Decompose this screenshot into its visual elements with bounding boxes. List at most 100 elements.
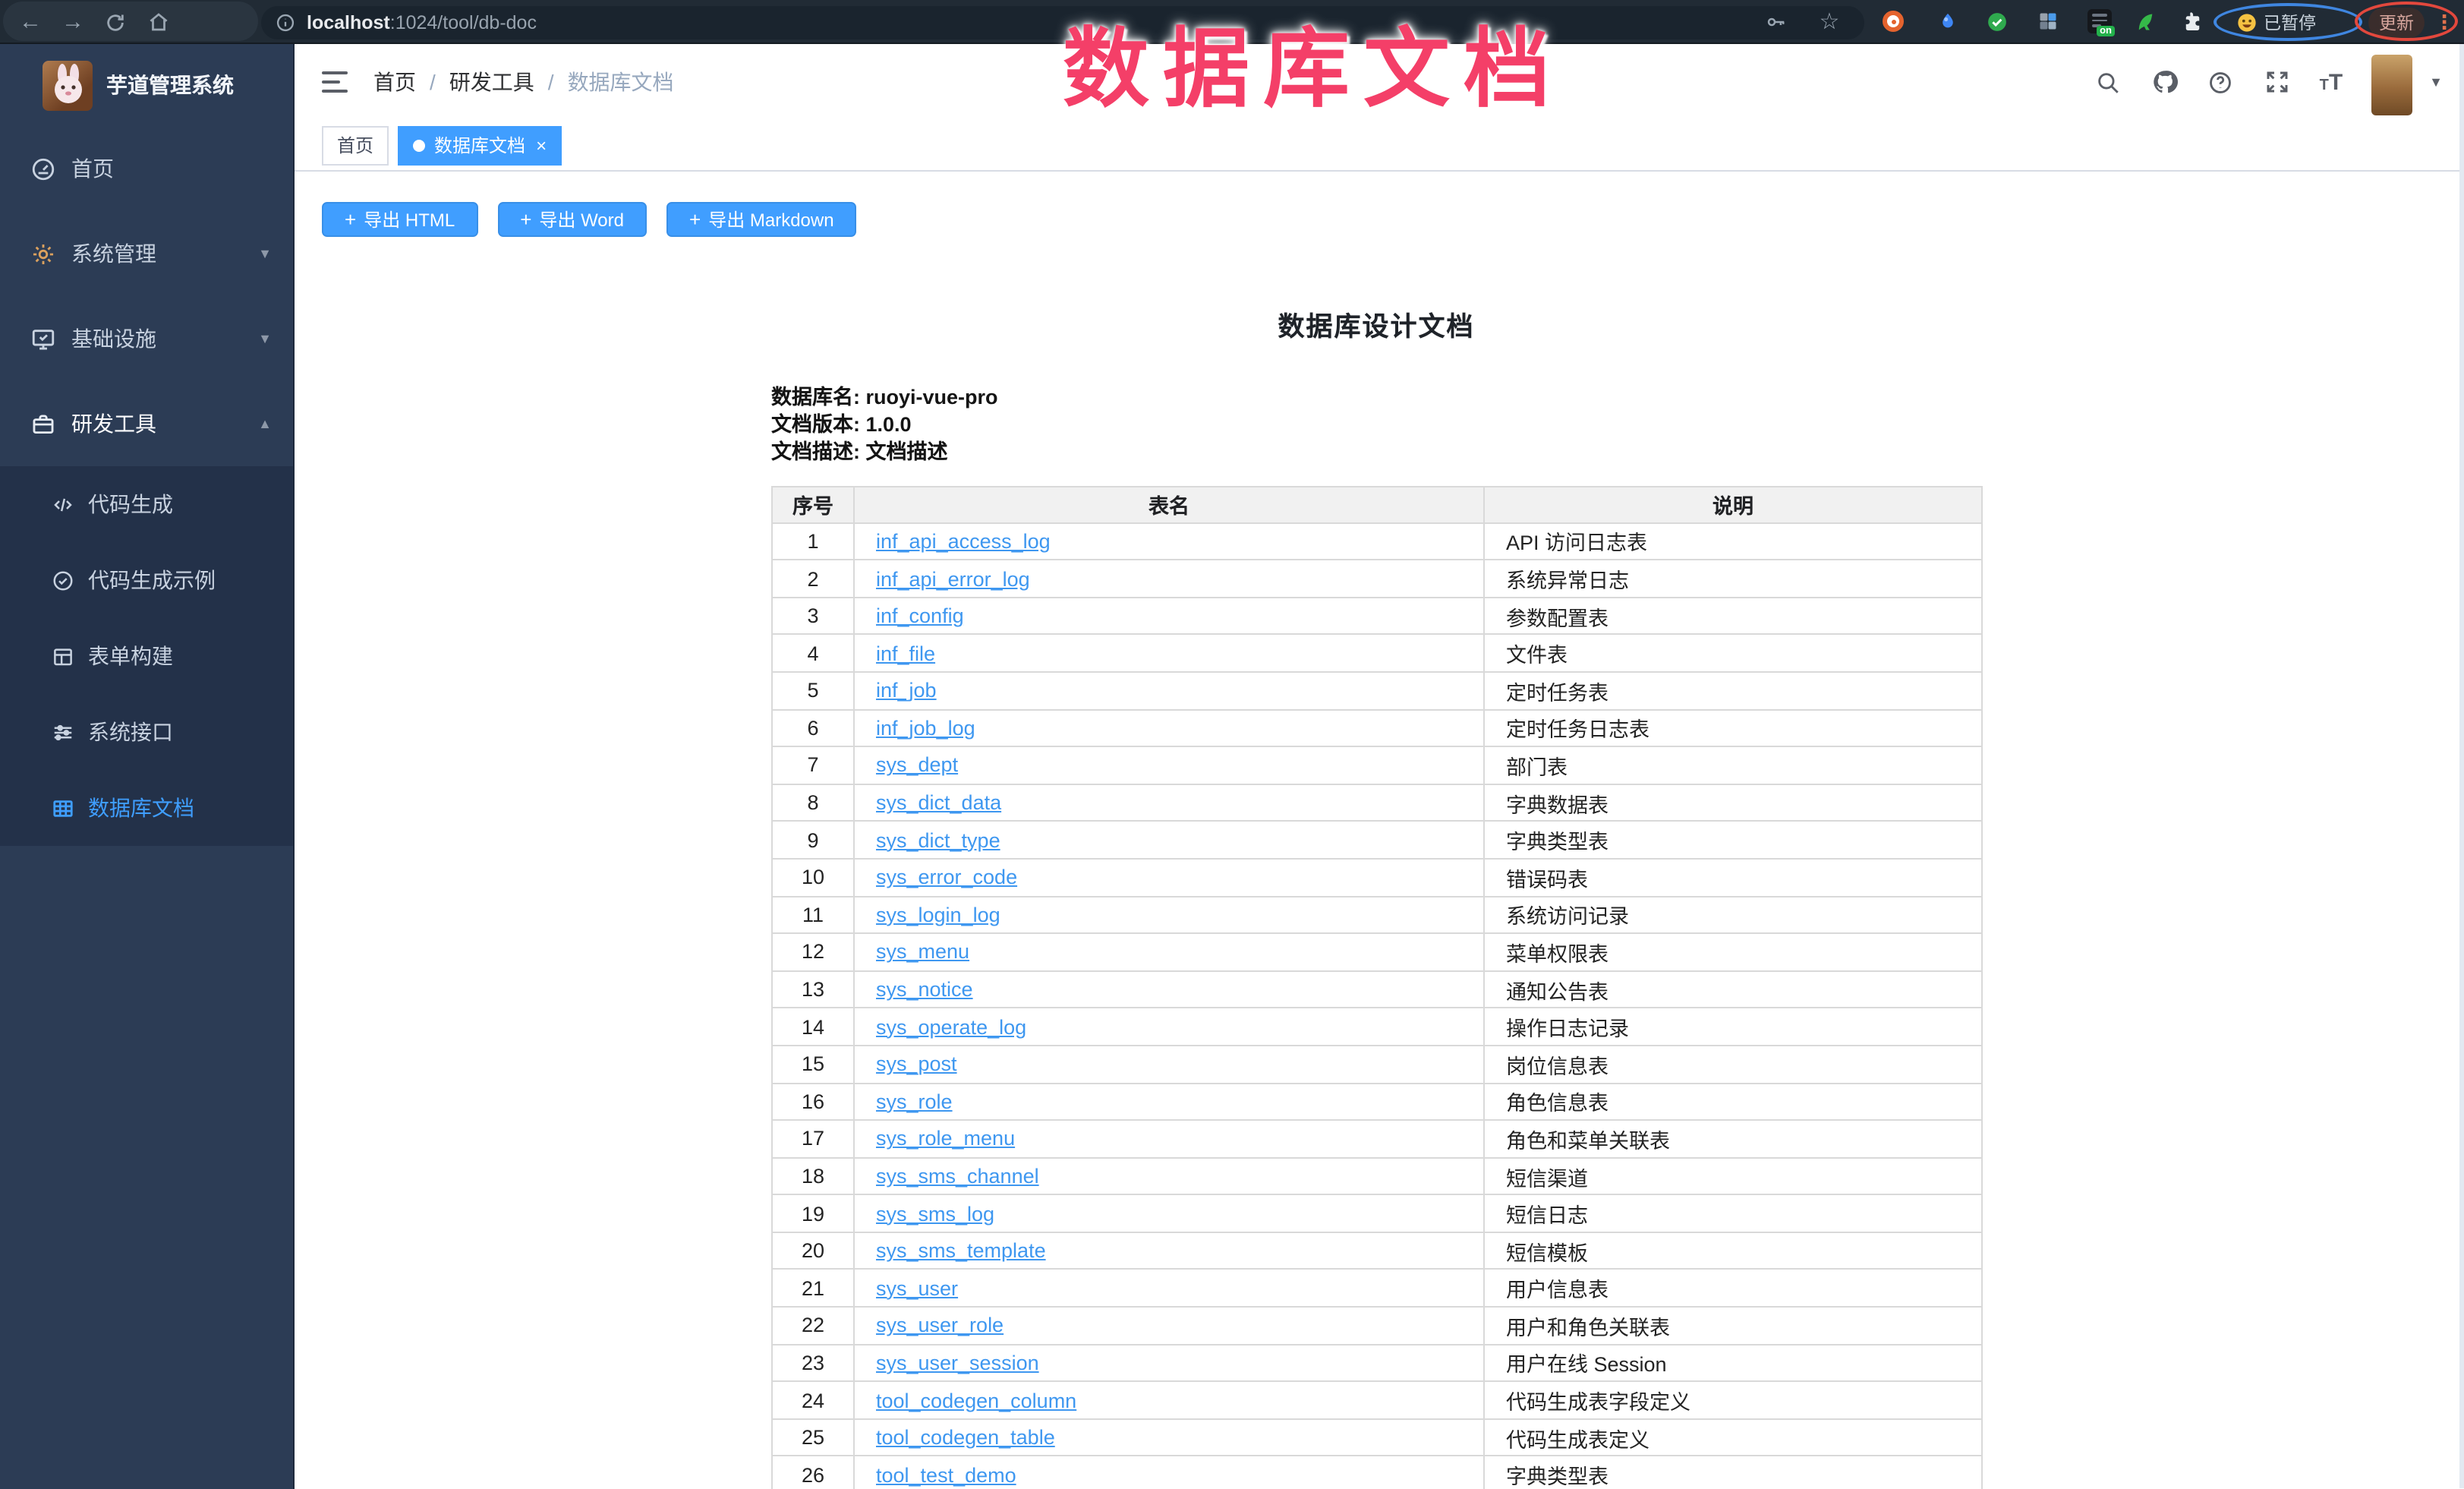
table-name-cell: inf_api_error_log bbox=[854, 560, 1484, 597]
extension-grid-icon[interactable] bbox=[2034, 8, 2062, 35]
app-logo-row[interactable]: 芋道管理系统 bbox=[0, 44, 293, 126]
export-word-button[interactable]: +导出 Word bbox=[497, 202, 647, 237]
table-name-link[interactable]: inf_api_error_log bbox=[876, 567, 1030, 590]
table-name-link[interactable]: sys_sms_log bbox=[876, 1202, 994, 1225]
table-name-link[interactable]: sys_sms_channel bbox=[876, 1165, 1039, 1188]
browser-update-button[interactable]: 更新 bbox=[2368, 7, 2425, 37]
table-name-cell: sys_sms_log bbox=[854, 1195, 1484, 1232]
table-name-link[interactable]: inf_job bbox=[876, 680, 937, 702]
table-row: 16sys_role角色信息表 bbox=[772, 1083, 1982, 1120]
sidebar-item-codegen[interactable]: 代码生成 bbox=[0, 466, 293, 542]
table-name-link[interactable]: sys_user bbox=[876, 1277, 958, 1300]
table-desc-cell: 岗位信息表 bbox=[1484, 1046, 1982, 1083]
sidebar-item-label: 代码生成 bbox=[88, 489, 173, 519]
table-name-link[interactable]: sys_role_menu bbox=[876, 1128, 1015, 1150]
browser-reload-icon[interactable] bbox=[97, 0, 134, 44]
avatar[interactable] bbox=[2371, 55, 2412, 115]
active-dot-icon bbox=[413, 139, 425, 151]
table-name-link[interactable]: sys_operate_log bbox=[876, 1015, 1026, 1038]
extension-shield-check-icon[interactable] bbox=[1983, 8, 2010, 35]
navbar-actions: TT ▼ bbox=[2095, 44, 2443, 120]
search-icon[interactable] bbox=[2095, 68, 2122, 96]
chevron-up-icon: ▲ bbox=[258, 416, 272, 431]
table-row: 6inf_job_log定时任务日志表 bbox=[772, 709, 1982, 746]
close-icon[interactable]: × bbox=[536, 136, 547, 154]
vertical-scrollbar[interactable] bbox=[2459, 44, 2464, 1488]
row-index: 9 bbox=[772, 822, 854, 859]
table-name-link[interactable]: inf_api_access_log bbox=[876, 530, 1051, 553]
browser-home-icon[interactable] bbox=[140, 0, 176, 44]
table-name-link[interactable]: sys_sms_template bbox=[876, 1239, 1046, 1262]
row-index: 5 bbox=[772, 672, 854, 709]
table-name-cell: sys_sms_template bbox=[854, 1232, 1484, 1270]
sidebar-collapse-icon[interactable] bbox=[322, 71, 348, 93]
browser-menu-icon[interactable]: ⋮ bbox=[2432, 0, 2456, 44]
table-name-cell: inf_job_log bbox=[854, 709, 1484, 746]
table-name-link[interactable]: sys_dict_data bbox=[876, 791, 1001, 814]
key-icon[interactable] bbox=[1761, 8, 1788, 35]
table-name-cell: tool_test_demo bbox=[854, 1456, 1484, 1489]
sidebar-item-devtools[interactable]: 研发工具 ▲ bbox=[0, 381, 293, 466]
table-name-link[interactable]: sys_role bbox=[876, 1090, 953, 1113]
table-name-cell: inf_config bbox=[854, 598, 1484, 635]
browser-back-icon[interactable]: ← bbox=[12, 0, 49, 44]
table-name-link[interactable]: sys_notice bbox=[876, 978, 973, 1001]
sidebar-item-form-builder[interactable]: 表单构建 bbox=[0, 618, 293, 694]
table-row: 14sys_operate_log操作日志记录 bbox=[772, 1008, 1982, 1046]
extension-orange-icon[interactable] bbox=[1880, 8, 1907, 35]
sidebar-item-db-doc[interactable]: 数据库文档 bbox=[0, 770, 293, 846]
table-name-link[interactable]: inf_config bbox=[876, 604, 964, 627]
table-row: 4inf_file文件表 bbox=[772, 635, 1982, 672]
table-name-link[interactable]: tool_codegen_table bbox=[876, 1426, 1055, 1449]
browser-forward-icon[interactable]: → bbox=[55, 0, 91, 44]
sidebar-item-codegen-demo[interactable]: 代码生成示例 bbox=[0, 542, 293, 618]
table-name-link[interactable]: sys_user_role bbox=[876, 1314, 1004, 1337]
fullscreen-icon[interactable] bbox=[2264, 68, 2291, 96]
sidebar-item-home[interactable]: 首页 bbox=[0, 126, 293, 211]
export-markdown-button[interactable]: +导出 Markdown bbox=[666, 202, 857, 237]
tag-db-doc[interactable]: 数据库文档 × bbox=[398, 125, 562, 165]
row-index: 22 bbox=[772, 1307, 854, 1344]
table-row: 23sys_user_session用户在线 Session bbox=[772, 1344, 1982, 1381]
table-name-link[interactable]: sys_post bbox=[876, 1052, 957, 1075]
table-name-link[interactable]: tool_test_demo bbox=[876, 1464, 1016, 1487]
meta-doc-desc: 文档描述: 文档描述 bbox=[771, 440, 1981, 467]
help-icon[interactable] bbox=[2207, 68, 2235, 96]
github-icon[interactable] bbox=[2151, 68, 2179, 96]
tag-home[interactable]: 首页 bbox=[322, 125, 389, 165]
row-index: 24 bbox=[772, 1382, 854, 1419]
extension-pin-icon[interactable] bbox=[1934, 8, 1961, 35]
table-name-cell: sys_error_code bbox=[854, 859, 1484, 896]
table-name-link[interactable]: inf_job_log bbox=[876, 717, 975, 740]
table-desc-cell: 字典数据表 bbox=[1484, 784, 1982, 822]
table-name-link[interactable]: sys_error_code bbox=[876, 866, 1017, 889]
sidebar-item-system-api[interactable]: 系统接口 bbox=[0, 694, 293, 770]
table-desc-cell: 系统异常日志 bbox=[1484, 560, 1982, 597]
table-desc-cell: API 访问日志表 bbox=[1484, 522, 1982, 560]
export-html-button[interactable]: +导出 HTML bbox=[322, 202, 477, 237]
address-bar[interactable]: localhost:1024/tool/db-doc bbox=[261, 5, 1864, 39]
table-name-link[interactable]: tool_codegen_column bbox=[876, 1389, 1076, 1412]
table-name-cell: inf_job bbox=[854, 672, 1484, 709]
extension-puzzle-icon[interactable] bbox=[2177, 8, 2204, 35]
table-name-link[interactable]: sys_dict_type bbox=[876, 828, 1000, 851]
font-size-icon[interactable]: TT bbox=[2320, 69, 2343, 95]
table-name-link[interactable]: sys_menu bbox=[876, 941, 969, 964]
extension-leaf-icon[interactable] bbox=[2132, 8, 2159, 35]
sidebar-item-infra[interactable]: 基础设施 ▼ bbox=[0, 296, 293, 381]
sidebar-item-system[interactable]: 系统管理 ▼ bbox=[0, 211, 293, 296]
table-name-link[interactable]: sys_login_log bbox=[876, 904, 1000, 926]
row-index: 15 bbox=[772, 1046, 854, 1083]
smiley-emoji-icon bbox=[2236, 11, 2258, 33]
extension-on-badge-icon[interactable]: on bbox=[2086, 8, 2113, 35]
site-info-icon[interactable] bbox=[275, 11, 296, 33]
breadcrumb-devtools[interactable]: 研发工具 bbox=[449, 67, 534, 97]
table-name-link[interactable]: sys_user_session bbox=[876, 1352, 1039, 1374]
chevron-down-icon[interactable]: ▼ bbox=[2429, 74, 2443, 90]
bookmark-star-icon[interactable]: ☆ bbox=[1816, 8, 1843, 35]
extension-paused-chip[interactable]: 已暂停 bbox=[2226, 6, 2327, 38]
table-name-link[interactable]: inf_file bbox=[876, 642, 935, 664]
table-name-link[interactable]: sys_dept bbox=[876, 754, 958, 777]
doc-title: 数据库设计文档 bbox=[771, 307, 1981, 345]
breadcrumb-home[interactable]: 首页 bbox=[373, 67, 416, 97]
